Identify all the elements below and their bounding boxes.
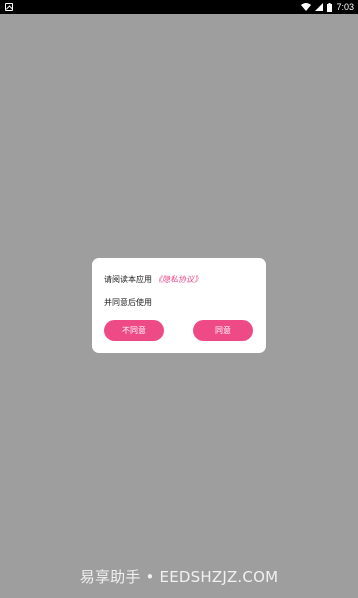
wifi-icon bbox=[301, 3, 312, 11]
privacy-policy-link[interactable]: 《隐私协议》 bbox=[154, 275, 202, 284]
status-icons: 7:03 bbox=[301, 0, 354, 14]
disagree-button[interactable]: 不同意 bbox=[104, 320, 164, 341]
status-time: 7:03 bbox=[336, 2, 354, 12]
dialog-message: 请阅读本应用 《隐私协议》 bbox=[104, 274, 202, 285]
privacy-dialog: 请阅读本应用 《隐私协议》 并同意后使用 不同意 同意 bbox=[92, 258, 266, 353]
signal-icon bbox=[315, 3, 324, 11]
agree-button[interactable]: 同意 bbox=[193, 320, 253, 341]
dialog-message-prefix: 请阅读本应用 bbox=[104, 275, 152, 284]
notification-icon bbox=[5, 3, 13, 11]
watermark-text: 易享助手 • EEDSHZJZ.COM bbox=[79, 568, 279, 586]
status-bar: 7:03 bbox=[0, 0, 358, 14]
battery-icon bbox=[327, 2, 333, 12]
dialog-message-suffix: 并同意后使用 bbox=[104, 298, 152, 307]
app-screen: 7:03 请阅读本应用 《隐私协议》 并同意后使用 不同意 同意 易享助手 • E… bbox=[0, 0, 358, 598]
